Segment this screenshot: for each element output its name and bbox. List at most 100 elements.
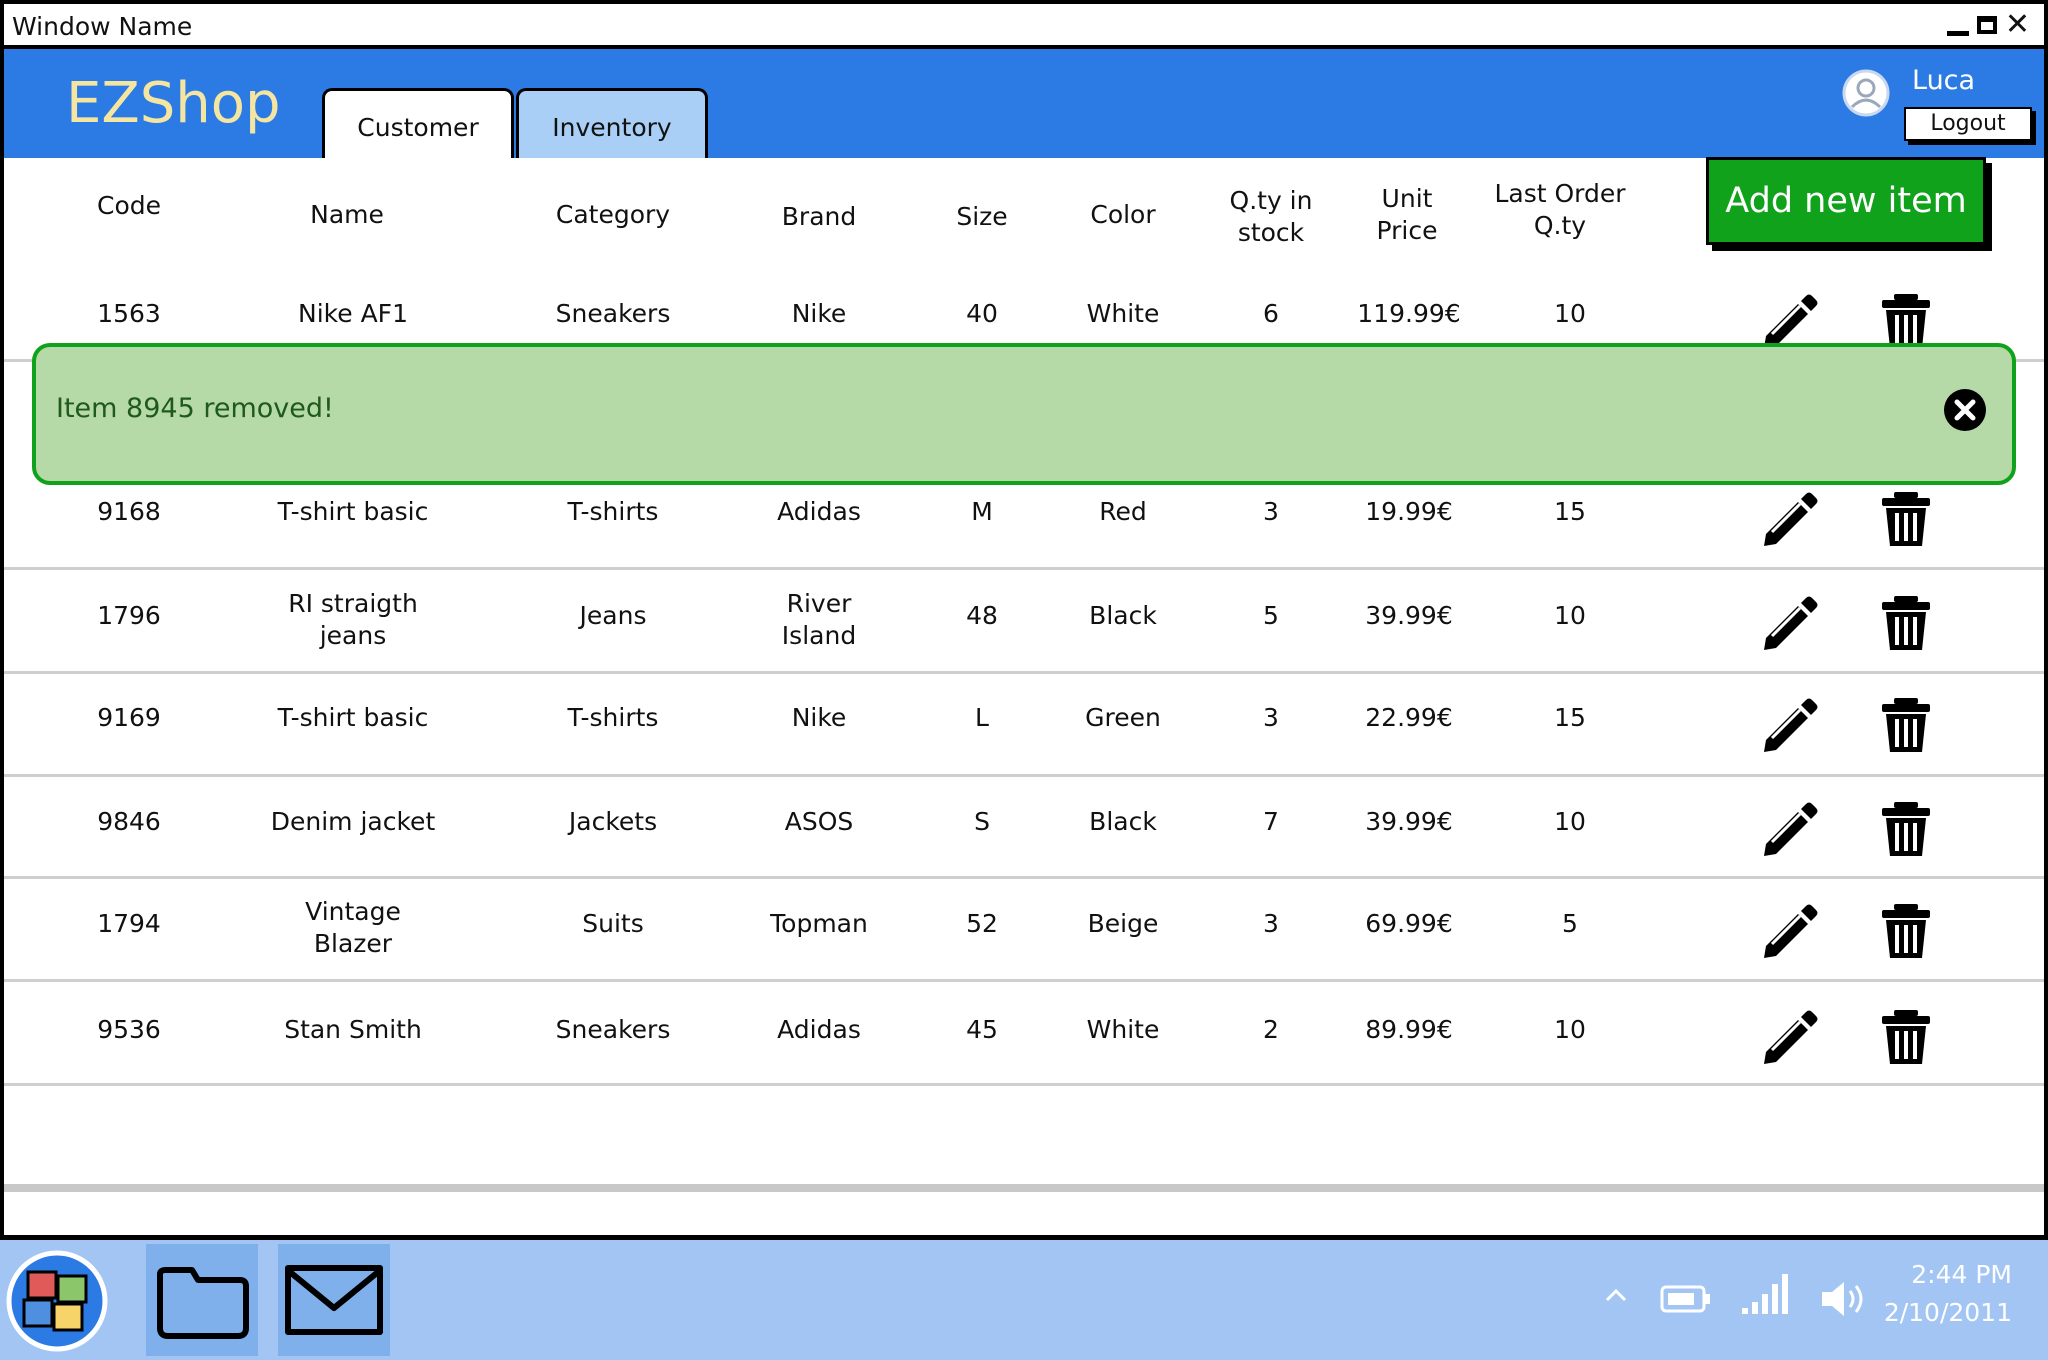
minimize-icon[interactable]: [1946, 30, 1969, 36]
close-circle-icon[interactable]: [1942, 387, 1988, 433]
trash-icon[interactable]: [1874, 590, 1938, 654]
notification-toast: Item 8945 removed!: [32, 343, 2016, 485]
cell-code: 9168: [97, 497, 161, 526]
pencil-icon[interactable]: [1756, 488, 1820, 552]
signal-icon[interactable]: [1740, 1272, 1790, 1316]
cell-name-line2: Blazer: [313, 929, 393, 958]
cell-category: Sneakers: [555, 1015, 671, 1044]
trash-icon[interactable]: [1874, 486, 1938, 550]
cell-price: 89.99€: [1365, 1015, 1453, 1044]
cell-name-line1: Vintage: [305, 897, 401, 926]
pencil-icon[interactable]: [1756, 1006, 1820, 1070]
pencil-icon[interactable]: [1756, 900, 1820, 964]
row-divider: [4, 1083, 2044, 1086]
window-title: Window Name: [12, 12, 193, 41]
row-divider: [4, 979, 2044, 982]
clock-time: 2:44 PM: [1911, 1260, 2012, 1289]
taskbar: 2:44 PM 2/10/2011: [0, 1240, 2048, 1360]
notification-message: Item 8945 removed!: [56, 393, 334, 424]
cell-qty: 7: [1263, 807, 1279, 836]
taskbar-folder-button[interactable]: [146, 1244, 258, 1356]
cell-color: Black: [1089, 601, 1157, 630]
add-new-item-button[interactable]: Add new item: [1706, 157, 1986, 245]
cell-brand: Topman: [770, 909, 868, 938]
col-header-code: Code: [96, 191, 162, 220]
cell-brand: River Island: [782, 588, 856, 652]
col-header-qty-stock-line1: Q.ty in: [1229, 186, 1313, 215]
app-logo: EZShop: [66, 71, 281, 136]
cell-qty: 6: [1263, 299, 1279, 328]
col-header-brand: Brand: [781, 202, 857, 231]
app-header: EZShop Customer Inventory Luca Logout: [4, 49, 2044, 158]
table-row: 9168 T-shirt basic T-shirts Adidas M Red 3 19.9…: [4, 482, 2044, 562]
cell-size: 45: [966, 1015, 998, 1044]
folder-icon: [157, 1267, 249, 1339]
cell-category: Jackets: [568, 807, 658, 836]
battery-icon[interactable]: [1660, 1284, 1712, 1314]
cell-name: RI straigth jeans: [288, 588, 418, 652]
row-divider: [4, 876, 2044, 879]
cell-size: 40: [966, 299, 998, 328]
cell-last: 10: [1554, 299, 1586, 328]
row-divider: [4, 671, 2044, 674]
close-icon[interactable]: ✕: [2005, 10, 2030, 40]
cell-price: 19.99€: [1365, 497, 1453, 526]
col-header-last-order-line1: Last Order: [1494, 179, 1626, 208]
cell-name: T-shirt basic: [277, 703, 429, 732]
cell-name-line2: jeans: [319, 621, 387, 650]
col-header-name: Name: [310, 200, 384, 229]
trash-icon[interactable]: [1874, 796, 1938, 860]
user-name: Luca: [1912, 65, 1976, 96]
cell-code: 9169: [97, 703, 161, 732]
pencil-icon[interactable]: [1756, 798, 1820, 862]
app-window: Window Name ✕ EZShop Customer Inventory …: [0, 0, 2048, 1240]
cell-size: 48: [966, 601, 998, 630]
cell-qty: 3: [1263, 703, 1279, 732]
cell-brand: Nike: [791, 299, 847, 328]
col-header-category: Category: [555, 200, 671, 229]
cell-name: T-shirt basic: [277, 497, 429, 526]
cell-category: Suits: [582, 909, 644, 938]
chevron-up-icon[interactable]: [1604, 1286, 1628, 1304]
pencil-icon[interactable]: [1756, 694, 1820, 758]
cell-price: 39.99€: [1365, 807, 1453, 836]
cell-color: Red: [1099, 497, 1147, 526]
status-bar: [4, 1184, 2044, 1192]
cell-size: S: [974, 807, 990, 836]
cell-price: 39.99€: [1365, 601, 1453, 630]
cell-brand-line1: River: [786, 589, 852, 618]
window-controls: ✕: [1946, 10, 2030, 40]
cell-brand: Adidas: [777, 1015, 861, 1044]
cell-code: 1563: [97, 299, 161, 328]
volume-icon[interactable]: [1818, 1278, 1870, 1320]
start-menu-icon[interactable]: [6, 1250, 108, 1352]
col-header-qty-stock: Q.ty in stock: [1230, 185, 1313, 249]
cell-color: Green: [1085, 703, 1161, 732]
cell-price: 22.99€: [1365, 703, 1453, 732]
trash-icon[interactable]: [1874, 692, 1938, 756]
col-header-unit-price-line2: Price: [1376, 216, 1438, 245]
cell-last: 15: [1554, 703, 1586, 732]
taskbar-mail-button[interactable]: [278, 1244, 390, 1356]
cell-name-line1: RI straigth: [288, 589, 418, 618]
tab-inventory[interactable]: Inventory: [516, 88, 708, 158]
cell-size: M: [971, 497, 993, 526]
maximize-icon[interactable]: [1976, 16, 1997, 34]
cell-qty: 5: [1263, 601, 1279, 630]
cell-name: Denim jacket: [270, 807, 436, 836]
cell-last: 10: [1554, 1015, 1586, 1044]
cell-category: Sneakers: [555, 299, 671, 328]
trash-icon[interactable]: [1874, 898, 1938, 962]
row-divider: [4, 567, 2044, 570]
cell-color: White: [1086, 1015, 1160, 1044]
cell-last: 10: [1554, 807, 1586, 836]
pencil-icon[interactable]: [1756, 592, 1820, 656]
user-avatar-icon[interactable]: [1842, 69, 1890, 117]
col-header-unit-price-line1: Unit: [1381, 184, 1433, 213]
cell-code: 9846: [97, 807, 161, 836]
tab-customer[interactable]: Customer: [322, 88, 514, 158]
cell-name: Stan Smith: [284, 1015, 422, 1044]
cell-price: 119.99€: [1357, 299, 1461, 328]
trash-icon[interactable]: [1874, 1004, 1938, 1068]
logout-button[interactable]: Logout: [1904, 107, 2032, 141]
